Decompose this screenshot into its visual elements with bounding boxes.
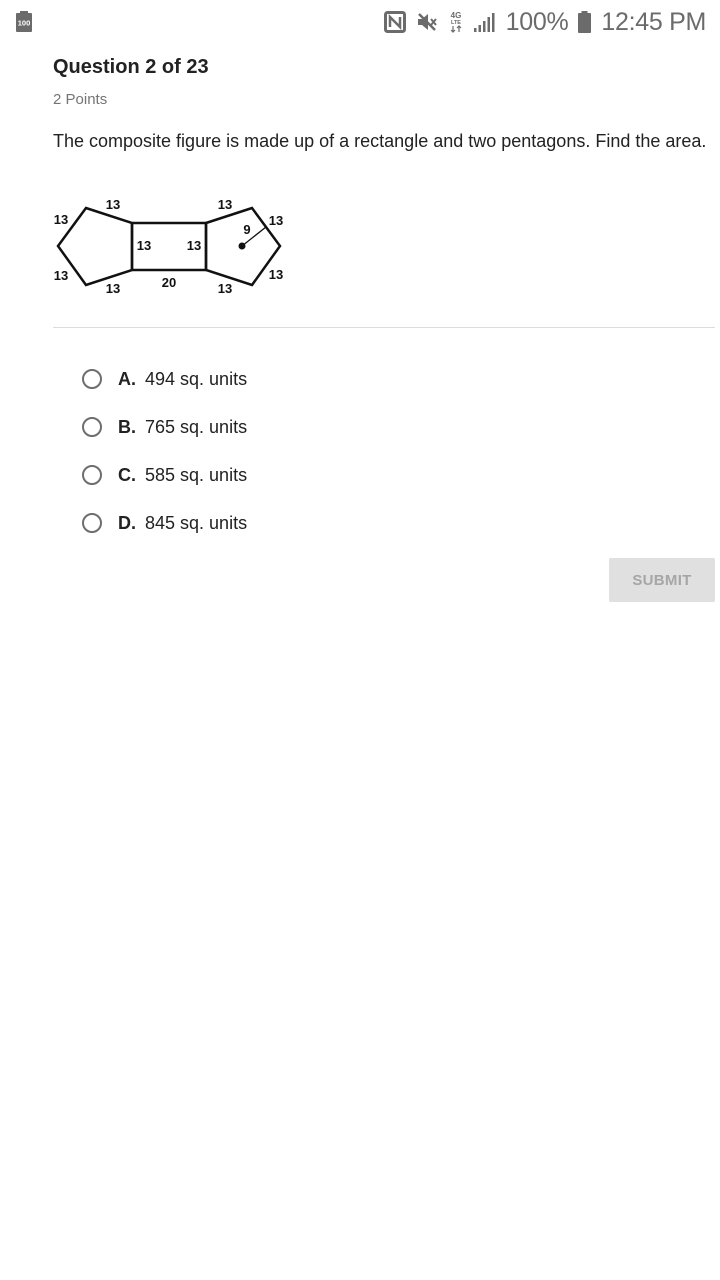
label-right-lower: 13 bbox=[269, 267, 283, 282]
left-pentagon bbox=[56, 206, 134, 287]
option-letter: C. bbox=[118, 464, 136, 485]
lte-label: LTE bbox=[451, 20, 461, 26]
label-left-top: 13 bbox=[106, 197, 120, 212]
answer-options: A. 494 sq. units B. 765 sq. units C. 585… bbox=[80, 355, 247, 547]
battery-saver-icon: 100 bbox=[16, 11, 32, 32]
option-text: 765 sq. units bbox=[145, 416, 248, 437]
mute-icon bbox=[417, 13, 437, 31]
label-rect-left: 13 bbox=[137, 238, 151, 253]
label-rect-bottom: 20 bbox=[162, 275, 176, 290]
question-text: The composite figure is made up of a rec… bbox=[53, 131, 707, 151]
battery-percent: 100% bbox=[505, 7, 569, 36]
label-rect-right: 13 bbox=[187, 238, 201, 253]
battery-saver-label: 100 bbox=[18, 19, 31, 28]
option-text: 585 sq. units bbox=[145, 464, 248, 485]
label-right-upper: 13 bbox=[269, 213, 283, 228]
option-letter: B. bbox=[118, 416, 136, 437]
radio-button[interactable] bbox=[82, 369, 102, 389]
center-dot bbox=[238, 242, 246, 250]
option-a[interactable]: A. 494 sq. units bbox=[80, 355, 247, 403]
option-text: 494 sq. units bbox=[145, 368, 248, 389]
label-left-lower: 13 bbox=[54, 268, 68, 283]
question-title: Question 2 of 23 bbox=[53, 56, 209, 78]
network-label: 4G bbox=[450, 11, 461, 20]
label-apothem: 9 bbox=[243, 222, 250, 237]
nfc-icon bbox=[383, 11, 406, 33]
option-c[interactable]: C. 585 sq. units bbox=[80, 451, 247, 499]
option-letter: A. bbox=[118, 368, 136, 389]
lte-data-icon: 4G LTE bbox=[450, 11, 462, 33]
radio-button[interactable] bbox=[82, 513, 102, 533]
option-letter: D. bbox=[118, 512, 136, 533]
divider bbox=[53, 327, 715, 328]
signal-icon bbox=[473, 13, 495, 32]
submit-button[interactable]: SUBMIT bbox=[609, 558, 715, 602]
composite-figure: 13 13 13 13 13 13 20 13 13 13 13 9 bbox=[54, 197, 283, 296]
status-bar: 100 4G LTE 100% 12:45 PM bbox=[0, 0, 720, 44]
label-right-bottom: 13 bbox=[218, 281, 232, 296]
label-left-upper: 13 bbox=[54, 212, 68, 227]
battery-icon bbox=[578, 11, 592, 33]
option-d[interactable]: D. 845 sq. units bbox=[80, 499, 247, 547]
clock: 12:45 PM bbox=[601, 7, 706, 36]
radio-button[interactable] bbox=[82, 417, 102, 437]
label-right-top: 13 bbox=[218, 197, 232, 212]
label-left-bottom: 13 bbox=[106, 281, 120, 296]
option-b[interactable]: B. 765 sq. units bbox=[80, 403, 247, 451]
status-icons: 4G LTE 100% 12:45 PM bbox=[383, 7, 706, 37]
question-points: 2 Points bbox=[53, 91, 108, 108]
radio-button[interactable] bbox=[82, 465, 102, 485]
option-text: 845 sq. units bbox=[145, 512, 248, 533]
